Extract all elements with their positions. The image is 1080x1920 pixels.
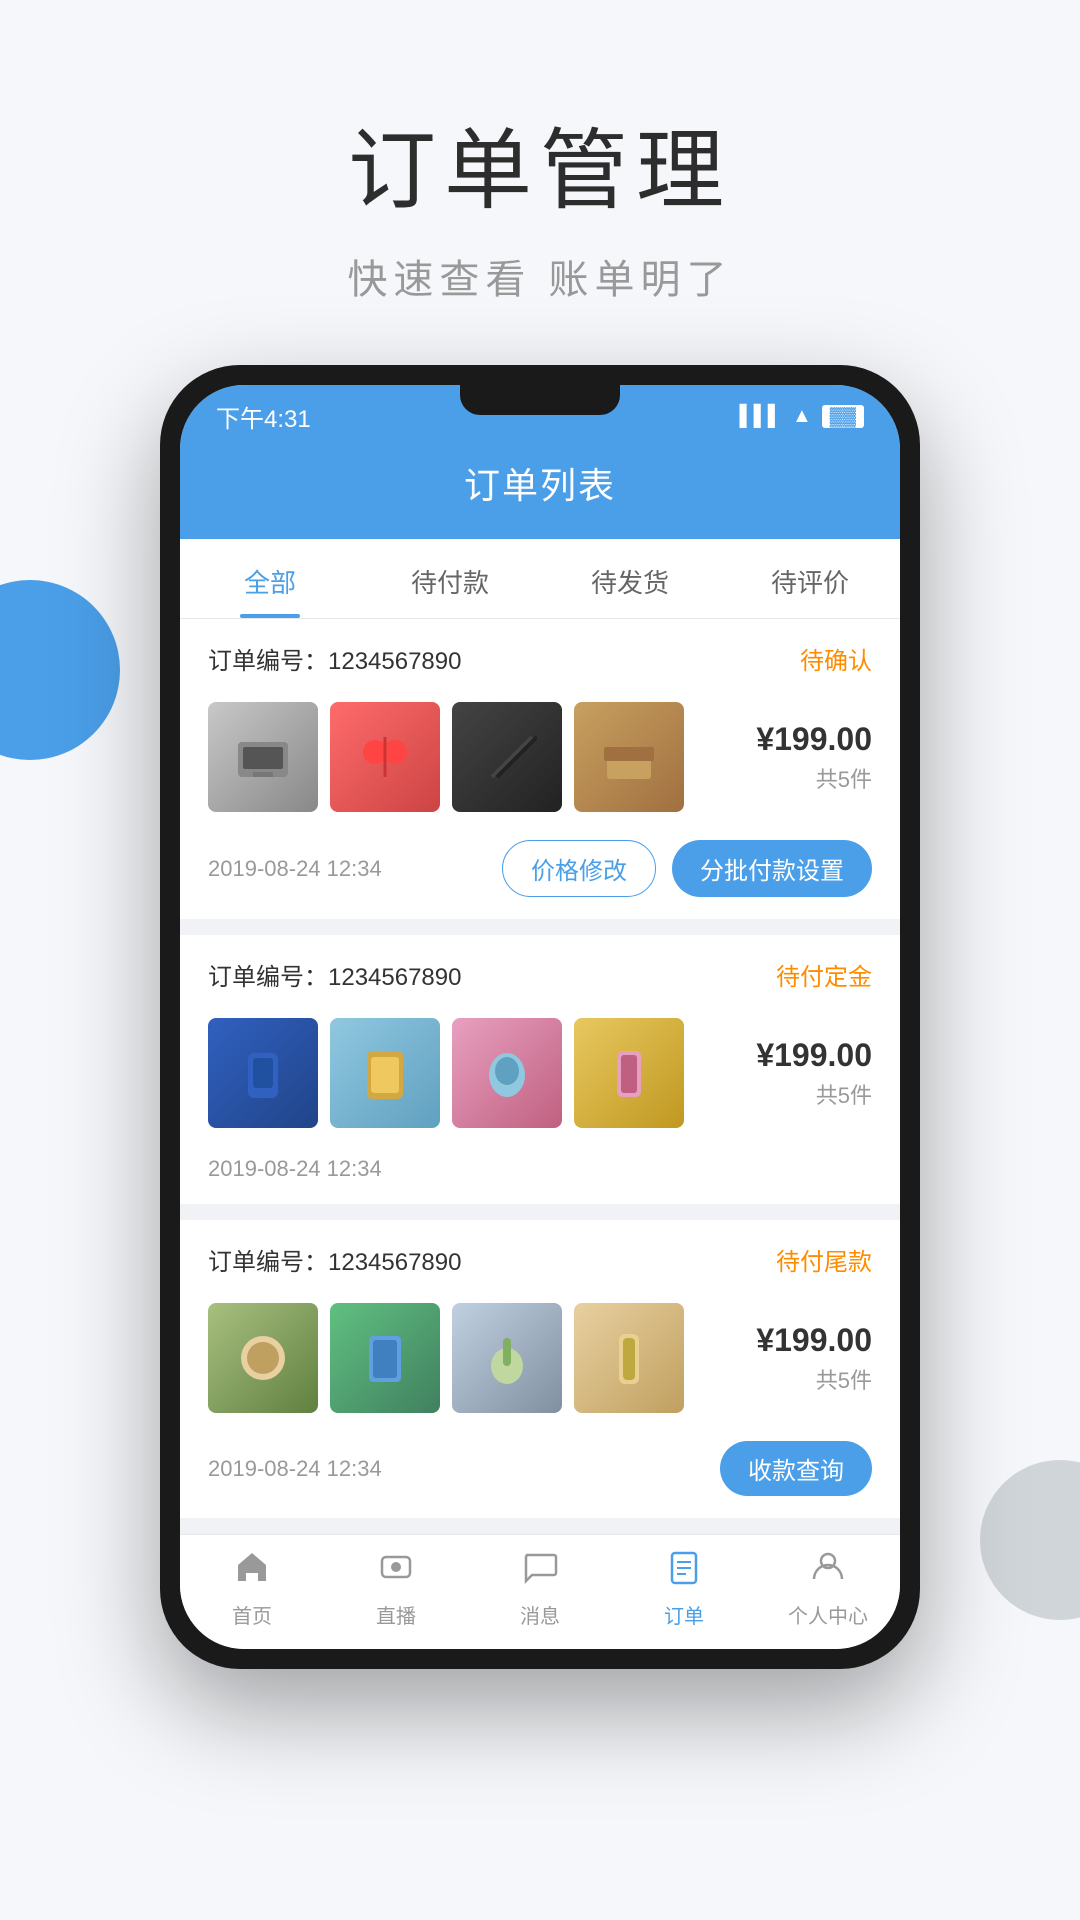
order-1-actions: 价格修改 分批付款设置: [502, 840, 872, 897]
order-2-footer: 2019-08-24 12:34: [180, 1144, 900, 1204]
batch-pay-button[interactable]: 分批付款设置: [672, 840, 872, 897]
phone-notch: [460, 385, 620, 415]
order-2-count: 共5件: [756, 1078, 872, 1110]
background-title: 订单管理: [0, 100, 1080, 227]
order-3-status: 待付尾款: [776, 1242, 872, 1277]
nav-profile-label: 个人中心: [788, 1600, 868, 1629]
home-icon: [234, 1549, 270, 1594]
decorative-circle-left: [0, 580, 120, 760]
page-header: 订单管理 快速查看 账单明了: [0, 0, 1080, 365]
order-1-count: 共5件: [756, 762, 872, 794]
order-1-header: 订单编号：1234567890 待确认: [180, 619, 900, 692]
order-2-product-3: [452, 1018, 562, 1128]
nav-home-label: 首页: [232, 1600, 272, 1629]
order-2-price-section: ¥199.00 共5件: [756, 1037, 872, 1110]
nav-profile[interactable]: 个人中心: [756, 1549, 900, 1629]
message-icon: [522, 1549, 558, 1594]
payment-query-button[interactable]: 收款查询: [720, 1441, 872, 1496]
order-1-status: 待确认: [800, 641, 872, 676]
nav-order-label: 订单: [664, 1600, 704, 1629]
order-3-number: 订单编号：1234567890: [208, 1242, 461, 1277]
profile-icon: [810, 1549, 846, 1594]
nav-live-label: 直播: [376, 1600, 416, 1629]
nav-order[interactable]: 订单: [612, 1549, 756, 1629]
order-2-header: 订单编号：1234567890 待付定金: [180, 935, 900, 1008]
order-3-footer: 2019-08-24 12:34 收款查询: [180, 1429, 900, 1518]
nav-home[interactable]: 首页: [180, 1549, 324, 1629]
nav-message-label: 消息: [520, 1600, 560, 1629]
order-1-product-4: [574, 702, 684, 812]
order-card-2: 订单编号：1234567890 待付定金: [180, 935, 900, 1204]
order-2-number: 订单编号：1234567890: [208, 957, 461, 992]
order-3-actions: 收款查询: [720, 1441, 872, 1496]
order-3-price-section: ¥199.00 共5件: [756, 1322, 872, 1395]
order-3-count: 共5件: [756, 1363, 872, 1395]
order-2-status: 待付定金: [776, 957, 872, 992]
order-3-date: 2019-08-24 12:34: [208, 1456, 382, 1482]
order-1-product-1: [208, 702, 318, 812]
order-1-footer: 2019-08-24 12:34 价格修改 分批付款设置: [180, 828, 900, 919]
decorative-circle-right: [980, 1460, 1080, 1620]
status-time: 下午4:31: [216, 399, 311, 434]
order-2-date: 2019-08-24 12:34: [208, 1156, 382, 1182]
order-2-items: ¥199.00 共5件: [180, 1008, 900, 1144]
tab-all[interactable]: 全部: [180, 539, 360, 618]
nav-live[interactable]: 直播: [324, 1549, 468, 1629]
order-1-product-2: [330, 702, 440, 812]
order-3-product-1: [208, 1303, 318, 1413]
tab-pending-pay[interactable]: 待付款: [360, 539, 540, 618]
nav-message[interactable]: 消息: [468, 1549, 612, 1629]
signal-icon: ▌▌▌: [739, 405, 782, 428]
tab-pending-ship[interactable]: 待发货: [540, 539, 720, 618]
phone-mockup: 下午4:31 ▌▌▌ ▲ ▓▓ 订单列表 全部 待付款 待发货 待评价: [160, 365, 920, 1669]
order-2-product-2: [330, 1018, 440, 1128]
order-3-product-3: [452, 1303, 562, 1413]
order-3-product-2: [330, 1303, 440, 1413]
battery-icon: ▓▓: [822, 405, 864, 428]
order-1-price: ¥199.00: [756, 721, 872, 758]
order-1-product-3: [452, 702, 562, 812]
order-3-price: ¥199.00: [756, 1322, 872, 1359]
order-card-3: 订单编号：1234567890 待付尾款: [180, 1220, 900, 1518]
wifi-icon: ▲: [792, 405, 812, 428]
order-card-1: 订单编号：1234567890 待确认: [180, 619, 900, 919]
order-2-product-1: [208, 1018, 318, 1128]
order-1-number: 订单编号：1234567890: [208, 641, 461, 676]
order-3-product-4: [574, 1303, 684, 1413]
order-2-product-4: [574, 1018, 684, 1128]
order-2-price: ¥199.00: [756, 1037, 872, 1074]
price-modify-button[interactable]: 价格修改: [502, 840, 656, 897]
app-header: 订单列表: [180, 441, 900, 539]
background-subtitle: 快速查看 账单明了: [0, 247, 1080, 305]
app-header-title: 订单列表: [180, 457, 900, 509]
order-list: 订单编号：1234567890 待确认: [180, 619, 900, 1518]
bottom-nav: 首页 直播 消息 订单: [180, 1534, 900, 1649]
order-1-items: ¥199.00 共5件: [180, 692, 900, 828]
order-1-date: 2019-08-24 12:34: [208, 856, 382, 882]
status-icons: ▌▌▌ ▲ ▓▓: [739, 405, 864, 428]
live-icon: [378, 1549, 414, 1594]
phone-screen: 下午4:31 ▌▌▌ ▲ ▓▓ 订单列表 全部 待付款 待发货 待评价: [180, 385, 900, 1649]
order-1-price-section: ¥199.00 共5件: [756, 721, 872, 794]
order-3-header: 订单编号：1234567890 待付尾款: [180, 1220, 900, 1293]
tab-pending-review[interactable]: 待评价: [720, 539, 900, 618]
tab-bar: 全部 待付款 待发货 待评价: [180, 539, 900, 619]
order-icon: [666, 1549, 702, 1594]
order-3-items: ¥199.00 共5件: [180, 1293, 900, 1429]
